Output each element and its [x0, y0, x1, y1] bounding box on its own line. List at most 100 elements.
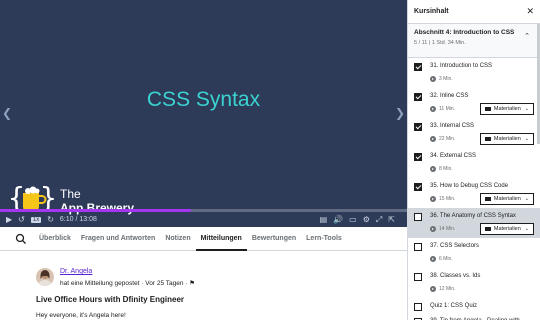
tab-learning-tools[interactable]: Lern-Tools	[301, 227, 347, 251]
post-meta: hat eine Mitteilung gepostet · Vor 25 Ta…	[60, 279, 195, 287]
lesson-details: 15 Min. Materialien ⌄	[430, 193, 534, 205]
sidebar-header: Kursinhalt ✕	[408, 0, 540, 24]
volume-icon[interactable]: 🔊	[333, 215, 343, 224]
lesson-duration-text: 15 Min.	[439, 196, 456, 202]
resources-button[interactable]: Materialien ⌄	[479, 193, 534, 205]
lesson-details: 22 Min. Materialien ⌄	[430, 133, 534, 145]
chevron-up-icon[interactable]: ⌃	[524, 32, 530, 40]
lesson-checkbox[interactable]	[414, 153, 422, 161]
play-circle-icon	[430, 256, 436, 262]
close-icon[interactable]: ✕	[526, 6, 534, 17]
post-meta-text: hat eine Mitteilung gepostet · Vor 25 Ta…	[60, 280, 188, 287]
video-time: 6:10 / 13:08	[59, 216, 97, 223]
folder-icon	[484, 197, 491, 201]
lesson-item[interactable]: 37. CSS Selectors 6 Min.	[408, 238, 540, 268]
video-player[interactable]: CSS Syntax ❮ ❯ { } The App Brewery ▶ ↺ 1…	[0, 0, 407, 227]
lesson-duration-text: 6 Min.	[439, 256, 453, 262]
play-circle-icon	[430, 196, 436, 202]
play-circle-icon	[430, 226, 436, 232]
lesson-checkbox[interactable]	[414, 63, 422, 71]
tab-questions-answers[interactable]: Fragen und Antworten	[76, 227, 160, 251]
folder-icon	[484, 137, 491, 141]
lesson-title: 35. How to Debug CSS Code	[430, 183, 509, 189]
lesson-duration-text: 12 Min.	[439, 286, 456, 292]
sidebar-title: Kursinhalt	[414, 8, 449, 15]
lesson-duration-text: 8 Min.	[439, 166, 453, 172]
lesson-item[interactable]: 38. Classes vs. Ids 12 Min.	[408, 268, 540, 298]
video-controls: ▶ ↺ 1x ↻ 6:10 / 13:08 ▤ 🔊 ▭ ⚙ ⤢ ⇱	[0, 212, 407, 227]
lesson-checkbox[interactable]	[414, 273, 422, 281]
tab-overview[interactable]: Überblick	[34, 227, 76, 251]
folder-icon	[484, 107, 491, 111]
lesson-duration-text: 3 Min.	[439, 76, 453, 82]
course-tabs: Überblick Fragen und Antworten Notizen M…	[0, 227, 407, 251]
lesson-title: 31. Introduction to CSS	[430, 63, 493, 69]
lesson-title: 37. CSS Selectors	[430, 243, 480, 249]
lesson-title: Quiz 1: CSS Quiz	[430, 303, 478, 309]
lesson-item[interactable]: 36. The Anatomy of CSS Syntax 14 Min. Mate…	[408, 208, 540, 238]
next-lecture-arrow-icon[interactable]: ❯	[395, 106, 405, 120]
lesson-details: 14 Min. Materialien ⌄	[430, 223, 534, 235]
lesson-checkbox[interactable]	[414, 303, 422, 311]
captions-icon[interactable]: ▭	[349, 215, 357, 224]
flag-icon[interactable]: ⚑	[189, 280, 195, 287]
lesson-details: 8 Min.	[430, 163, 534, 175]
search-icon[interactable]	[14, 232, 28, 246]
chevron-down-icon: ⌄	[524, 196, 529, 202]
lesson-checkbox[interactable]	[414, 183, 422, 191]
lesson-details: 6 Min.	[430, 253, 534, 265]
lesson-title: 36. The Anatomy of CSS Syntax	[430, 213, 516, 219]
lesson-title: 38. Classes vs. Ids	[430, 273, 481, 279]
rewind-icon[interactable]: ↺	[18, 215, 25, 224]
chevron-down-icon: ⌄	[524, 106, 529, 112]
play-icon[interactable]: ▶	[6, 215, 12, 224]
chevron-down-icon: ⌄	[524, 226, 529, 232]
slide-title: CSS Syntax	[146, 88, 261, 111]
tab-announcements[interactable]: Mitteilungen	[195, 227, 247, 251]
lesson-checkbox[interactable]	[414, 93, 422, 101]
lesson-item[interactable]: 31. Introduction to CSS 3 Min.	[408, 58, 540, 88]
resources-button[interactable]: Materialien ⌄	[479, 103, 534, 115]
resources-button[interactable]: Materialien ⌄	[479, 133, 534, 145]
settings-gear-icon[interactable]: ⚙	[363, 215, 370, 224]
author-link[interactable]: Dr. Angela	[60, 268, 92, 275]
lesson-duration-text: 14 Min.	[439, 226, 456, 232]
lesson-title: 32. Inline CSS	[430, 93, 469, 99]
lesson-title: 33. Internal CSS	[430, 123, 475, 129]
lesson-details: 11 Min. Materialien ⌄	[430, 103, 534, 115]
lesson-checkbox[interactable]	[414, 213, 422, 221]
avatar	[36, 268, 54, 286]
post-body: Hey everyone, it's Angela here!	[36, 312, 126, 319]
resources-button[interactable]: Materialien ⌄	[479, 223, 534, 235]
lesson-details: 3 Min.	[430, 73, 534, 85]
fullscreen-icon[interactable]: ⤢	[376, 215, 382, 225]
play-circle-icon	[430, 286, 436, 292]
section-meta: 5 / 11 | 1 Std. 34 Min.	[414, 40, 466, 46]
section-header[interactable]: Abschnitt 4: Introduction to CSS 5 / 11 …	[408, 24, 540, 58]
course-player: CSS Syntax ❮ ❯ { } The App Brewery ▶ ↺ 1…	[0, 0, 540, 320]
lesson-item[interactable]: 34. External CSS 8 Min.	[408, 148, 540, 178]
brand-line-1: The	[60, 187, 81, 201]
lesson-checkbox[interactable]	[414, 123, 422, 131]
play-circle-icon	[430, 76, 436, 82]
lesson-duration: 11 Min.	[430, 106, 455, 112]
lesson-checkbox[interactable]	[414, 243, 422, 251]
notes-icon[interactable]: ▤	[320, 215, 328, 224]
lesson-duration: 14 Min.	[430, 226, 455, 232]
expand-icon[interactable]: ⇱	[388, 215, 395, 224]
lesson-item[interactable]: 32. Inline CSS 11 Min. Materialien ⌄	[408, 88, 540, 118]
tab-reviews[interactable]: Bewertungen	[247, 227, 301, 251]
previous-lecture-arrow-icon[interactable]: ❮	[2, 106, 12, 120]
lesson-duration: 15 Min.	[430, 196, 455, 202]
lesson-title: 34. External CSS	[430, 153, 477, 159]
tab-notes[interactable]: Notizen	[160, 227, 195, 251]
lesson-item[interactable]: Quiz 1: CSS Quiz	[408, 298, 540, 313]
lesson-item[interactable]: 39. Tip from Angela - Dealing with Distr…	[408, 313, 540, 320]
lesson-item[interactable]: 33. Internal CSS 22 Min. Materialien ⌄	[408, 118, 540, 148]
lesson-item[interactable]: 35. How to Debug CSS Code 15 Min. Material…	[408, 178, 540, 208]
resources-label: Materialien	[493, 226, 521, 232]
play-circle-icon	[430, 136, 436, 142]
forward-icon[interactable]: ↻	[47, 215, 54, 224]
playback-speed-button[interactable]: 1x	[30, 216, 42, 223]
folder-icon	[484, 227, 491, 231]
